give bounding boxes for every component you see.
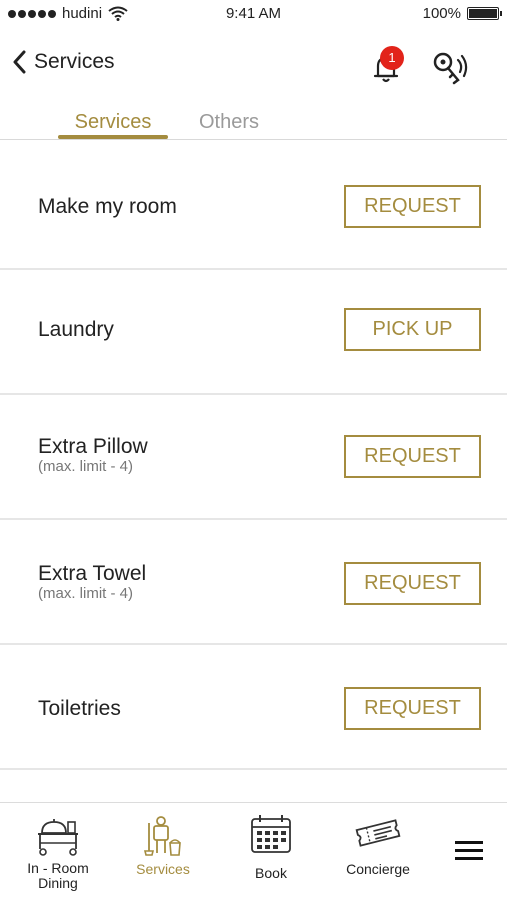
battery-indicator: 100% [422, 5, 502, 22]
tab-others[interactable]: Others [188, 111, 270, 134]
service-title: Extra Towel [38, 562, 147, 585]
nav-concierge[interactable]: Concierge [338, 813, 418, 877]
room-service-cart-icon [38, 819, 78, 856]
service-row-laundry: Laundry PICK UP [0, 270, 507, 395]
service-row-extra-towel: Extra Towel (max. limit - 4) REQUEST [0, 520, 507, 645]
service-title: Laundry [38, 318, 114, 341]
page-title: Services [34, 50, 115, 73]
services-list: Make my room REQUEST Laundry PICK UP Ext… [0, 145, 507, 770]
service-title: Extra Pillow [38, 435, 148, 458]
nav-book[interactable]: Book [236, 813, 306, 881]
nav-label: Book [255, 865, 287, 881]
service-row-toiletries: Toiletries REQUEST [0, 645, 507, 770]
service-limit: (max. limit - 4) [38, 458, 133, 475]
battery-percent: 100% [422, 5, 461, 22]
nav-label: Services [136, 861, 190, 877]
calendar-icon [251, 815, 291, 853]
service-row-make-my-room: Make my room REQUEST [0, 145, 507, 270]
request-button[interactable]: REQUEST [344, 435, 481, 478]
digital-key-icon[interactable] [430, 48, 470, 88]
hamburger-menu-icon[interactable] [455, 841, 483, 863]
service-title: Toiletries [38, 697, 121, 720]
nav-services[interactable]: Services [128, 813, 198, 877]
nav-in-room-dining[interactable]: In - Room Dining [18, 813, 98, 891]
chevron-left-icon [13, 50, 26, 74]
ticket-icon [355, 819, 401, 847]
service-limit: (max. limit - 4) [38, 585, 133, 602]
tab-services[interactable]: Services [58, 111, 168, 134]
request-button[interactable]: REQUEST [344, 562, 481, 605]
bottom-nav: In - Room Dining Services Book Concierge [0, 802, 507, 900]
pick-up-button[interactable]: PICK UP [344, 308, 481, 351]
service-tabs: Services Others [0, 108, 507, 140]
battery-icon [467, 7, 502, 20]
housekeeping-icon [143, 816, 181, 856]
service-title: Make my room [38, 195, 177, 218]
status-bar: hudini 9:41 AM 100% [0, 0, 507, 30]
request-button[interactable]: REQUEST [344, 687, 481, 730]
app-header: Services 1 [0, 40, 507, 96]
request-button[interactable]: REQUEST [344, 185, 481, 228]
nav-label: In - Room Dining [27, 860, 89, 891]
nav-label: Concierge [346, 861, 410, 877]
notification-count-badge: 1 [380, 46, 404, 70]
back-button[interactable]: Services [12, 50, 115, 74]
service-row-extra-pillow: Extra Pillow (max. limit - 4) REQUEST [0, 395, 507, 520]
active-tab-indicator [58, 135, 168, 139]
